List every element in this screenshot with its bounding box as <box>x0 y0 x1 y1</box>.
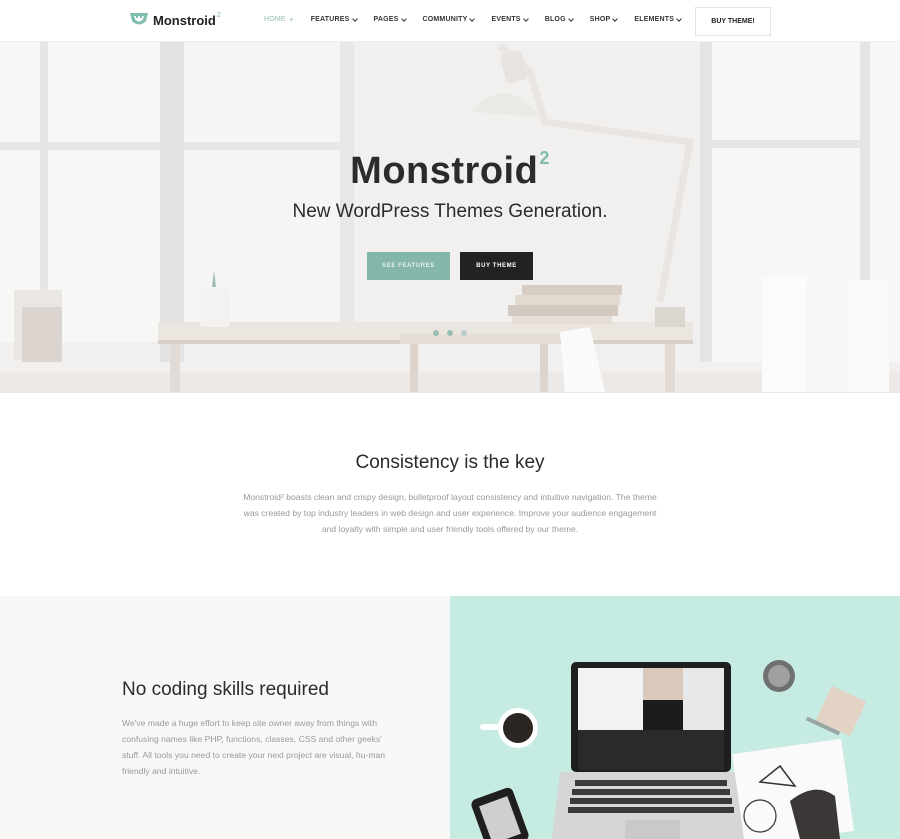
logo[interactable]: Monstroid 2 <box>129 11 221 31</box>
nav-item-label: PAGES <box>373 16 399 23</box>
nav-item-blog[interactable]: BLOG <box>544 14 574 26</box>
chevron-down-icon <box>612 16 619 22</box>
chevron-down-icon <box>351 16 358 22</box>
chevron-down-icon <box>469 16 476 22</box>
nav-item-features[interactable]: FEATURES <box>310 14 358 26</box>
nav-item-label: COMMUNITY <box>422 16 468 23</box>
nocode-text: We've made a huge effort to keep site ow… <box>122 718 386 776</box>
laptop-desk-image <box>450 596 900 839</box>
monster-logo-icon <box>130 13 148 25</box>
nav-item-label: HOME <box>264 16 286 23</box>
consistency-section: Consistency is the key Monstroid² boasts… <box>0 393 900 596</box>
chevron-down-icon <box>567 16 574 22</box>
nav-item-label: SHOP <box>589 16 611 23</box>
buy-theme-hero-button[interactable]: BUY THEME <box>460 252 533 280</box>
laptop-desk-photo <box>450 596 900 839</box>
nav-item-events[interactable]: EVENTS <box>491 14 529 26</box>
nocode-heading: No coding skills required <box>122 679 329 700</box>
hero-title-text: Monstroid <box>350 150 539 192</box>
hero-title: Monstroid2 <box>0 148 900 193</box>
nav-item-pages[interactable]: PAGES <box>373 14 407 26</box>
nav-item-community[interactable]: COMMUNITY <box>422 14 476 26</box>
nav-item-home[interactable]: HOME + <box>264 14 294 26</box>
buy-theme-header-button[interactable]: BUY THEME! <box>695 7 771 36</box>
site-header: Monstroid 2 HOME + FEATURES PAGES COMMUN… <box>0 0 900 42</box>
see-features-button[interactable]: SEE FEATURES <box>367 252 450 280</box>
hero-section: Monstroid2 New WordPress Themes Generati… <box>0 42 900 393</box>
nav-item-shop[interactable]: SHOP <box>589 14 619 26</box>
plus-icon: + <box>288 15 294 24</box>
hero-subtitle: New WordPress Themes Generation. <box>292 201 608 222</box>
logo-superscript: 2 <box>216 12 221 19</box>
nav-item-label: ELEMENTS <box>634 16 675 23</box>
nav-item-label: EVENTS <box>491 16 521 23</box>
nav-item-label: BLOG <box>544 16 566 23</box>
nav-item-label: FEATURES <box>310 16 350 23</box>
consistency-text: Monstroid² boasts clean and crispy desig… <box>243 492 657 534</box>
hero-title-superscript: 2 <box>539 148 550 168</box>
chevron-down-icon <box>676 16 682 22</box>
chevron-down-icon <box>522 16 529 22</box>
consistency-heading: Consistency is the key <box>355 452 545 473</box>
chevron-down-icon <box>400 16 407 22</box>
logo-text: Monstroid <box>153 13 216 28</box>
nocode-section: No coding skills required We've made a h… <box>0 596 450 839</box>
nav-item-elements[interactable]: ELEMENTS <box>634 14 682 26</box>
main-nav: HOME + FEATURES PAGES COMMUNITY EVENTS B… <box>264 14 698 26</box>
